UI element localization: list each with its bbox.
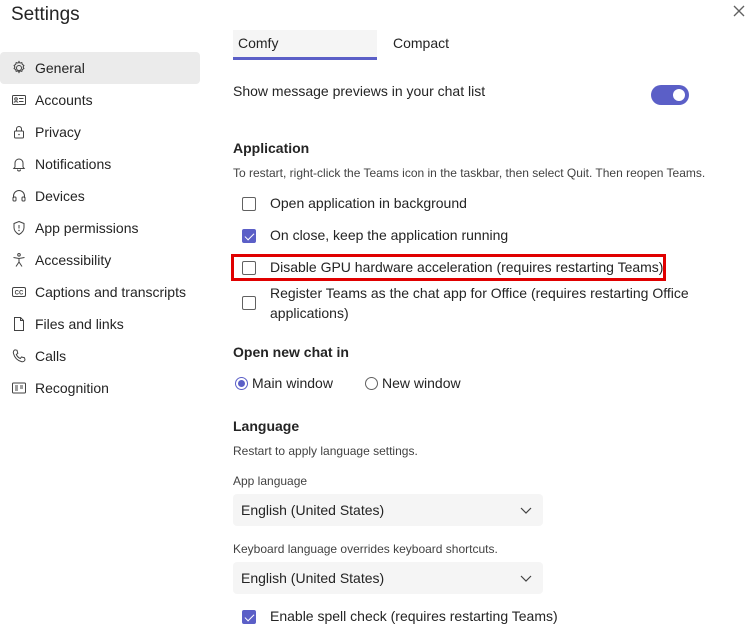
new-window-label: New window: [382, 375, 461, 391]
sidebar-item-label: Calls: [35, 348, 67, 364]
keep-running-label: On close, keep the application running: [270, 227, 509, 243]
file-icon: [10, 315, 28, 333]
toggle-knob: [673, 89, 685, 101]
page-title: Settings: [11, 4, 80, 25]
sidebar-item-notifications[interactable]: Notifications: [0, 148, 200, 180]
chevron-down-icon: [520, 575, 532, 582]
sidebar-item-label: Recognition: [35, 380, 109, 396]
chevron-down-icon: [520, 507, 532, 514]
sidebar-item-accounts[interactable]: Accounts: [0, 84, 200, 116]
svg-text:CC: CC: [15, 291, 24, 297]
sidebar-item-label: Accessibility: [35, 252, 112, 268]
id-card-icon: [10, 91, 28, 109]
sidebar-item-label: Devices: [35, 188, 85, 204]
message-previews-label: Show message previews in your chat list: [233, 83, 486, 99]
open-in-background-label: Open application in background: [270, 195, 467, 211]
new-window-radio[interactable]: [365, 377, 378, 390]
sidebar-item-label: Accounts: [35, 92, 93, 108]
density-option-compact[interactable]: Compact: [393, 35, 449, 51]
shield-icon: [10, 219, 28, 237]
register-office-label-line1: Register Teams as the chat app for Offic…: [270, 285, 689, 301]
sidebar-item-devices[interactable]: Devices: [0, 180, 200, 212]
sidebar-item-label: App permissions: [35, 220, 139, 236]
keyboard-language-select[interactable]: English (United States): [233, 562, 543, 594]
highlight-box: [231, 254, 666, 281]
keyboard-language-label: Keyboard language overrides keyboard sho…: [233, 542, 498, 556]
sidebar-item-accessibility[interactable]: Accessibility: [0, 244, 200, 276]
open-in-background-checkbox[interactable]: [242, 197, 256, 211]
density-option-comfy[interactable]: Comfy: [233, 30, 377, 60]
spell-check-checkbox[interactable]: [242, 610, 256, 624]
keyboard-language-value: English (United States): [241, 570, 385, 586]
sidebar: General Accounts Privacy Notifications D…: [0, 52, 200, 404]
language-hint: Restart to apply language settings.: [233, 444, 418, 458]
sidebar-item-app-permissions[interactable]: App permissions: [0, 212, 200, 244]
sidebar-item-label: General: [35, 60, 85, 76]
app-language-value: English (United States): [241, 502, 385, 518]
accessibility-icon: [10, 251, 28, 269]
phone-icon: [10, 347, 28, 365]
cc-icon: CC: [10, 283, 28, 301]
bell-icon: [10, 155, 28, 173]
register-office-checkbox[interactable]: [242, 296, 256, 310]
main-window-label: Main window: [252, 375, 333, 391]
sidebar-item-captions[interactable]: CC Captions and transcripts: [0, 276, 200, 308]
sidebar-item-recognition[interactable]: Recognition: [0, 372, 200, 404]
sidebar-item-files-and-links[interactable]: Files and links: [0, 308, 200, 340]
spell-check-label: Enable spell check (requires restarting …: [270, 608, 558, 624]
keep-running-checkbox[interactable]: [242, 229, 256, 243]
headset-icon: [10, 187, 28, 205]
recognition-icon: [10, 379, 28, 397]
sidebar-item-label: Files and links: [35, 316, 124, 332]
app-language-select[interactable]: English (United States): [233, 494, 543, 526]
register-office-label-line2: applications): [270, 305, 349, 321]
sidebar-item-calls[interactable]: Calls: [0, 340, 200, 372]
sidebar-item-label: Privacy: [35, 124, 81, 140]
gear-icon: [10, 59, 28, 77]
main-window-radio[interactable]: [235, 377, 248, 390]
close-icon[interactable]: [730, 2, 748, 20]
app-language-label: App language: [233, 474, 308, 488]
application-heading: Application: [233, 140, 310, 156]
open-new-chat-heading: Open new chat in: [233, 344, 349, 360]
sidebar-item-label: Notifications: [35, 156, 112, 172]
lock-icon: [10, 123, 28, 141]
language-heading: Language: [233, 418, 300, 434]
sidebar-item-general[interactable]: General: [0, 52, 200, 84]
sidebar-item-label: Captions and transcripts: [35, 284, 186, 300]
application-hint: To restart, right-click the Teams icon i…: [233, 166, 706, 180]
message-previews-toggle[interactable]: [651, 85, 689, 105]
sidebar-item-privacy[interactable]: Privacy: [0, 116, 200, 148]
